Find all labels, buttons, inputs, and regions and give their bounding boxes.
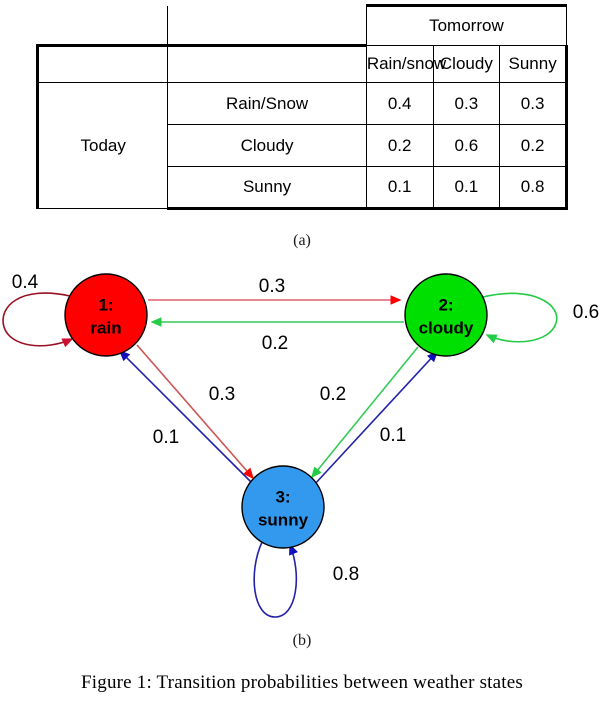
node-sunny-index: 3: (275, 487, 290, 506)
edge-weight-cloudy-rain: 0.2 (262, 333, 288, 354)
node-cloudy-index: 2: (438, 295, 453, 314)
node-sunny-name: sunny (258, 510, 309, 529)
edge-weight-cloudy-sunny: 0.2 (320, 384, 346, 405)
table-cell-rain-sunny: 0.3 (499, 82, 568, 125)
subfigure-caption-a: (a) (293, 232, 311, 249)
edge-rain-to-rain (2, 292, 74, 348)
edge-cloudy-to-cloudy (482, 292, 558, 344)
table-cell-rain-rain: 0.4 (365, 82, 434, 125)
node-cloudy-name: cloudy (419, 318, 474, 337)
table-row-header-rain-snow: Rain/Snow (167, 82, 367, 125)
table-cell-cloudy-rain: 0.2 (365, 124, 434, 167)
edge-rain-to-sunny (136, 344, 255, 480)
edge-weight-cloudy-cloudy: 0.6 (573, 302, 599, 323)
table-row-header-sunny: Sunny (167, 166, 367, 210)
table-cell-empty-today-top (35, 44, 169, 83)
edge-weight-sunny-rain: 0.1 (153, 427, 179, 448)
table-row-header-cloudy: Cloudy (167, 124, 367, 167)
table-cell-empty-state-top (167, 44, 367, 83)
edge-sunny-to-cloudy (313, 350, 439, 486)
node-sunny[interactable]: 3: sunny (241, 465, 325, 549)
edge-weight-rain-sunny: 0.3 (209, 384, 235, 405)
edge-weight-sunny-cloudy: 0.1 (380, 425, 406, 446)
table-column-header-rain-snow: Rain/snow (365, 45, 446, 83)
table-cell-sunny-rain: 0.1 (365, 166, 434, 210)
table-header-row-columns: Rain/snow Cloudy Sunny (35, 44, 568, 83)
state-transition-diagram: 1: rain 2: cloudy 3: sunny 0.4 0.3 0.2 0… (0, 255, 604, 630)
table-column-header-cloudy: Cloudy (432, 45, 501, 83)
edge-weight-rain-rain: 0.4 (12, 272, 39, 293)
edge-weight-rain-cloudy: 0.3 (259, 276, 285, 297)
subfigure-caption-b: (b) (292, 632, 312, 649)
table-cell-cloudy-sunny: 0.2 (499, 124, 568, 167)
table-header-row-top: Tomorrow (37, 4, 568, 46)
edge-weight-sunny-sunny: 0.8 (333, 564, 359, 585)
edge-cloudy-to-sunny (310, 346, 419, 479)
node-rain-name: rain (90, 318, 121, 337)
node-cloudy[interactable]: 2: cloudy (404, 273, 488, 357)
node-rain-index: 1: (98, 295, 113, 314)
table-row: Today Rain/Snow 0.4 0.3 0.3 (35, 82, 568, 209)
table-cell-sunny-sunny: 0.8 (499, 166, 568, 210)
table-row-group-header-today: Today (35, 82, 169, 209)
figure-caption: Figure 1: Transition probabilities betwe… (81, 672, 523, 693)
table-corner-blank-2 (167, 5, 367, 46)
table-column-header-sunny: Sunny (499, 45, 568, 83)
edge-sunny-to-sunny (253, 541, 299, 618)
table-header-tomorrow: Tomorrow (365, 4, 568, 46)
node-rain[interactable]: 1: rain (64, 273, 148, 357)
table-cell-cloudy-cloudy: 0.6 (432, 124, 501, 167)
table-corner-blank (37, 5, 169, 46)
table-cell-sunny-cloudy: 0.1 (432, 166, 501, 210)
transition-matrix-table: Tomorrow Rain/snow Cloudy Sunny Today Ra… (35, 4, 568, 210)
edge-sunny-to-rain (118, 349, 253, 484)
table-cell-rain-cloudy: 0.3 (432, 82, 501, 125)
